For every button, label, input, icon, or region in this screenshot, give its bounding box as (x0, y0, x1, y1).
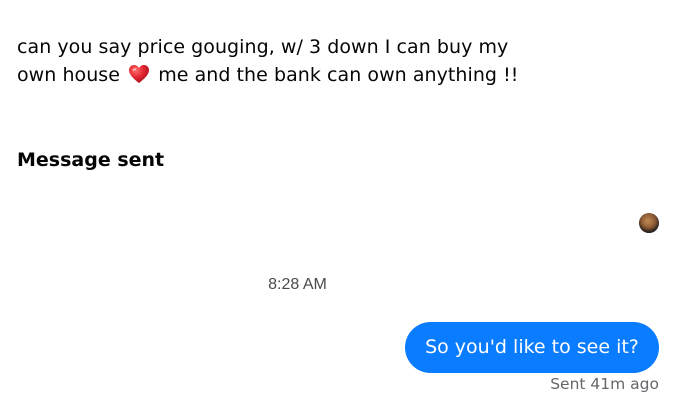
incoming-message-text: can you say price gouging, w/ 3 down I c… (17, 33, 537, 89)
outgoing-message-bubble[interactable]: So you'd like to see it? (405, 322, 659, 373)
message-timestamp-divider: 8:28 AM (268, 276, 327, 293)
contact-avatar[interactable] (639, 213, 659, 233)
incoming-message-part-2: me and the bank can own anything !! (158, 64, 519, 86)
red-heart-icon (128, 64, 150, 84)
message-delivery-status: Sent 41m ago (550, 375, 659, 393)
conversation-view: can you say price gouging, w/ 3 down I c… (0, 0, 674, 409)
message-sent-heading: Message sent (17, 149, 165, 171)
